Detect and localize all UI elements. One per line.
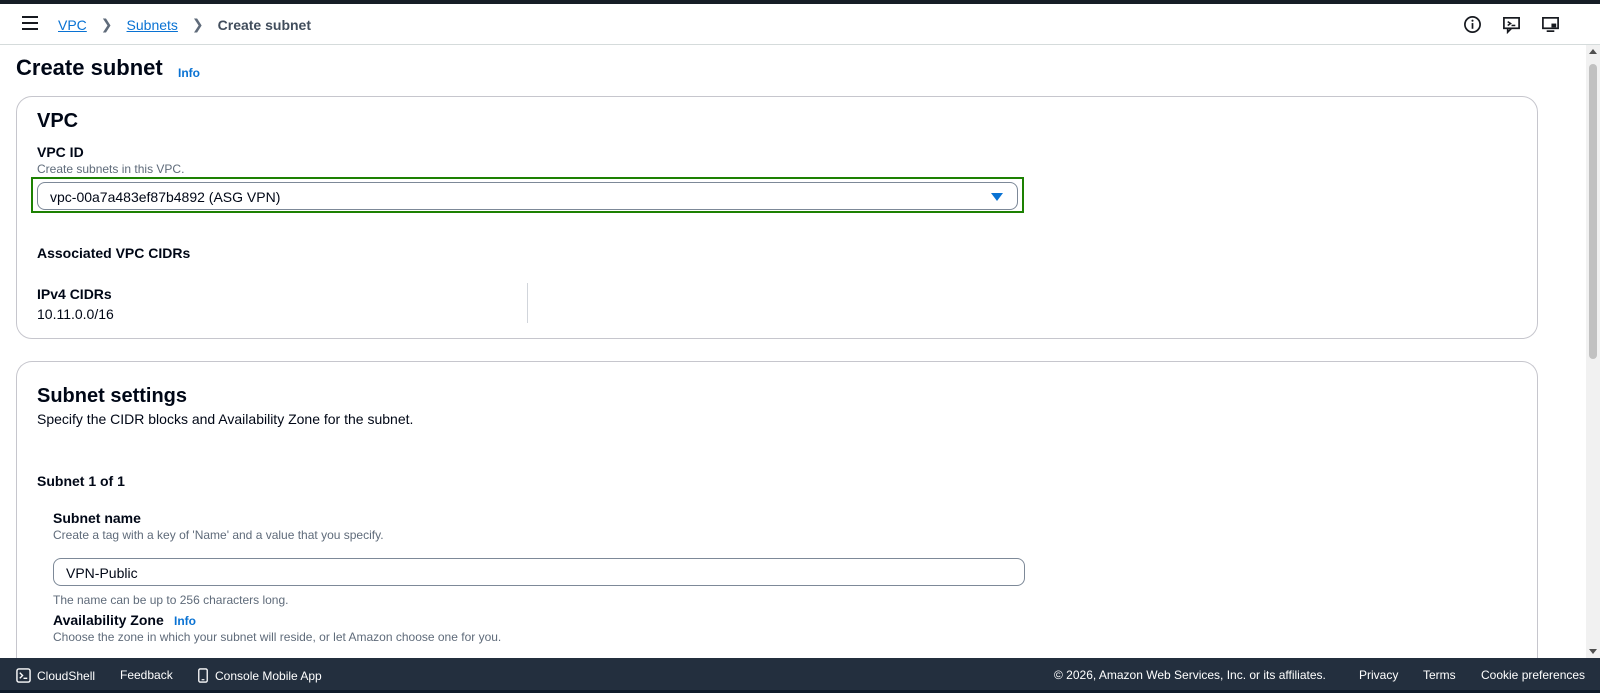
subnet-name-description: Create a tag with a key of 'Name' and a …: [53, 528, 384, 542]
scroll-up-arrow-icon[interactable]: [1589, 49, 1597, 54]
cloudshell-label: CloudShell: [37, 668, 96, 683]
caret-down-icon: [991, 193, 1003, 201]
column-divider: [527, 283, 528, 323]
subnet-settings-card: Subnet settings Specify the CIDR blocks …: [16, 361, 1538, 681]
console-mobile-app-label: Console Mobile App: [215, 668, 322, 683]
vpc-card: VPC VPC ID Create subnets in this VPC. v…: [16, 96, 1538, 339]
breadcrumb-vpc[interactable]: VPC: [58, 17, 87, 33]
vpc-id-label: VPC ID: [37, 144, 84, 160]
vpc-id-highlight: vpc-00a7a483ef87b4892 (ASG VPN): [31, 177, 1024, 213]
vpc-heading: VPC: [37, 110, 79, 132]
privacy-link[interactable]: Privacy: [1359, 668, 1398, 682]
top-navigation-bar: VPC ❯ Subnets ❯ Create subnet: [0, 4, 1600, 45]
subnet-name-value: VPN-Public: [66, 565, 138, 581]
page-title: Create subnet: [16, 55, 163, 80]
breadcrumb: VPC ❯ Subnets ❯ Create subnet: [58, 16, 311, 33]
console-mobile-app-link[interactable]: Console Mobile App: [197, 668, 322, 683]
ipv4-cidrs-label: IPv4 CIDRs: [37, 286, 112, 302]
mobile-phone-icon: [198, 668, 208, 683]
cookie-preferences-link[interactable]: Cookie preferences: [1481, 668, 1585, 682]
screen-icon[interactable]: [1541, 15, 1560, 34]
chevron-right-icon: ❯: [191, 16, 204, 32]
page-info-link[interactable]: Info: [178, 66, 200, 80]
feedback-icon[interactable]: [1502, 15, 1521, 34]
subnet-name-input[interactable]: VPN-Public: [53, 558, 1025, 586]
associated-cidrs-label: Associated VPC CIDRs: [37, 245, 191, 261]
subnet-settings-description: Specify the CIDR blocks and Availability…: [37, 411, 414, 427]
copyright-text: © 2026, Amazon Web Services, Inc. or its…: [1054, 668, 1326, 682]
scroll-thumb[interactable]: [1589, 64, 1597, 359]
hamburger-menu-icon[interactable]: [22, 16, 40, 32]
vpc-id-select[interactable]: vpc-00a7a483ef87b4892 (ASG VPN): [37, 182, 1018, 210]
ipv4-cidrs-value: 10.11.0.0/16: [37, 306, 114, 322]
feedback-label: Feedback: [120, 668, 173, 682]
chevron-right-icon: ❯: [100, 16, 113, 32]
console-footer: CloudShell Feedback Console Mobile App ©…: [0, 658, 1600, 693]
breadcrumb-current: Create subnet: [217, 16, 311, 33]
page-scrollbar[interactable]: [1586, 45, 1600, 658]
info-circle-icon[interactable]: [1463, 15, 1482, 34]
terms-link[interactable]: Terms: [1423, 668, 1456, 682]
cloudshell-button[interactable]: CloudShell: [16, 668, 95, 683]
terminal-icon: [16, 668, 31, 683]
availability-zone-description: Choose the zone in which your subnet wil…: [53, 630, 502, 644]
subnet-name-constraint: The name can be up to 256 characters lon…: [53, 593, 289, 607]
feedback-link[interactable]: Feedback: [120, 668, 173, 682]
vpc-id-description: Create subnets in this VPC.: [37, 162, 185, 176]
header-icons: [1463, 15, 1560, 34]
breadcrumb-subnets[interactable]: Subnets: [127, 17, 178, 33]
vpc-id-selected-value: vpc-00a7a483ef87b4892 (ASG VPN): [50, 189, 281, 205]
scroll-down-arrow-icon[interactable]: [1589, 649, 1597, 654]
availability-zone-info-link[interactable]: Info: [174, 614, 196, 628]
subnet-counter: Subnet 1 of 1: [37, 473, 125, 489]
subnet-name-label: Subnet name: [53, 510, 141, 526]
availability-zone-label: Availability Zone: [53, 612, 164, 628]
subnet-settings-heading: Subnet settings: [37, 385, 188, 407]
